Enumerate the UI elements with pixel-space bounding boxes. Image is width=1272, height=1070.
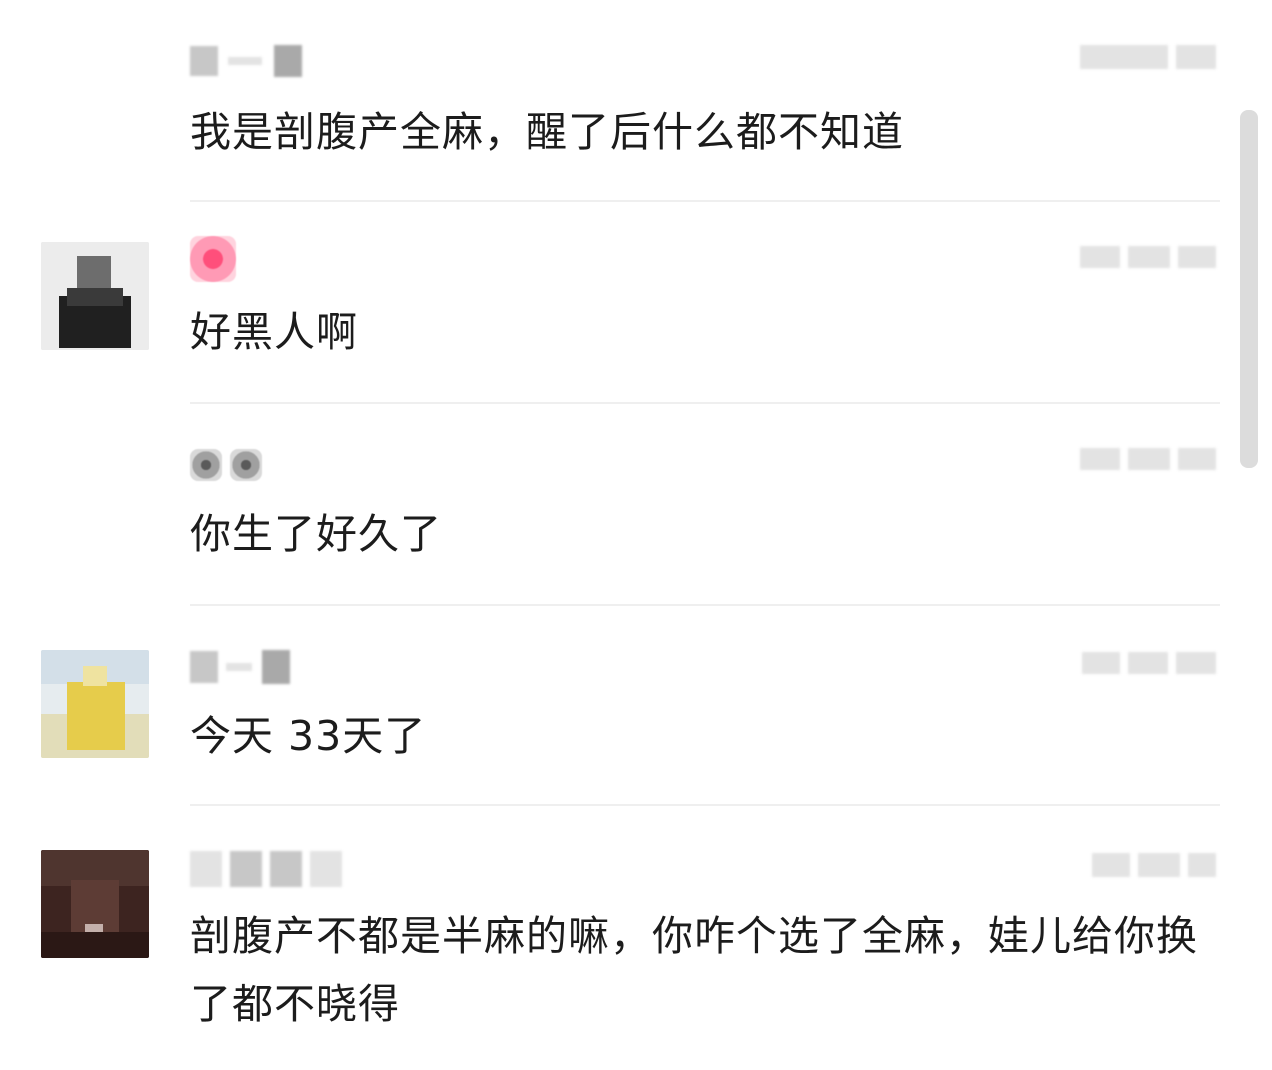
- comment-item-2[interactable]: 好黑人啊: [0, 228, 1230, 402]
- comment-item-5[interactable]: 剖腹产不都是半麻的嘛，你咋个选了全麻，娃儿给你换了都不晓得: [0, 832, 1230, 1070]
- comment-divider: [190, 804, 1220, 806]
- commenter-name-redacted: [190, 236, 236, 282]
- avatar[interactable]: [41, 650, 149, 758]
- profile-badge-icon: [190, 236, 236, 282]
- comment-divider: [190, 604, 1220, 606]
- comment-text: 今天 33天了: [190, 712, 427, 760]
- comment-text: 你生了好久了: [190, 510, 442, 558]
- avatar[interactable]: [41, 850, 149, 958]
- user-avatar-dark-shirt-icon: [41, 242, 149, 350]
- comment-item-3[interactable]: 你生了好久了: [0, 430, 1230, 604]
- comment-time-redacted: [1082, 648, 1216, 678]
- user-avatar-dark-portrait-icon: [41, 850, 149, 958]
- comment-item-1[interactable]: 我是剖腹产全麻，醒了后什么都不知道: [0, 30, 1230, 202]
- user-avatar-yellow-scene-icon: [41, 650, 149, 758]
- commenter-name-redacted: [190, 850, 342, 888]
- avatar[interactable]: [41, 242, 149, 350]
- comment-item-4[interactable]: 今天 33天了: [0, 632, 1230, 804]
- commenter-name-redacted: [190, 648, 290, 686]
- comment-time-redacted: [1080, 444, 1216, 474]
- commenter-name-redacted: [190, 42, 302, 80]
- commenter-name-redacted: [190, 446, 262, 484]
- comment-divider: [190, 200, 1220, 202]
- comment-text: 剖腹产不都是半麻的嘛，你咋个选了全麻，娃儿给你换了都不晓得: [190, 912, 1198, 1028]
- comment-text: 我是剖腹产全麻，醒了后什么都不知道: [190, 108, 904, 156]
- comment-time-redacted: [1092, 850, 1216, 880]
- comment-divider: [190, 402, 1220, 404]
- scrollbar[interactable]: [1240, 110, 1258, 468]
- profile-badge-icon: [230, 449, 262, 481]
- comment-time-redacted: [1080, 242, 1216, 272]
- profile-badge-icon: [190, 449, 222, 481]
- comment-text: 好黑人啊: [190, 308, 358, 356]
- comment-time-redacted: [1080, 42, 1216, 72]
- comment-list: 我是剖腹产全麻，醒了后什么都不知道 好黑人啊 你生了好久了 今天 33天了 剖腹…: [0, 0, 1272, 1070]
